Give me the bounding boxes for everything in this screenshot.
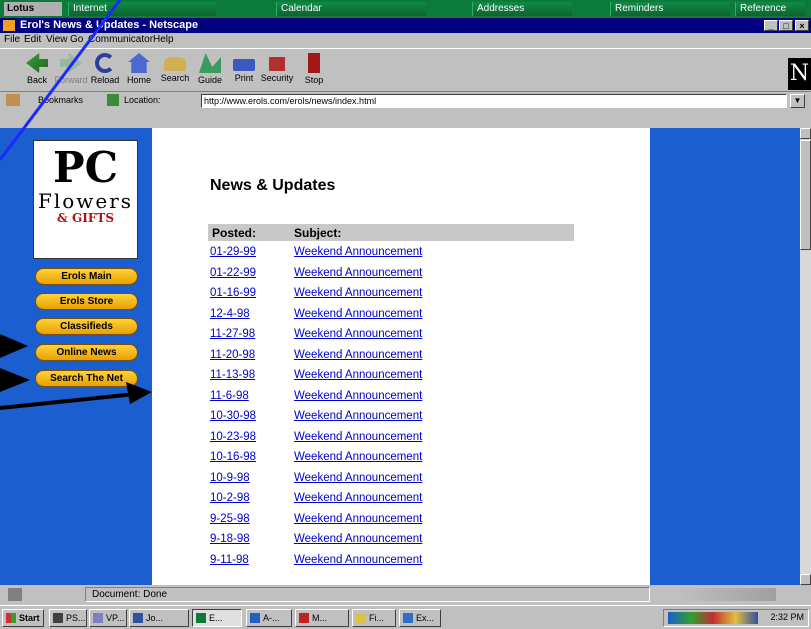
- windows-logo-icon: [6, 613, 16, 623]
- clock[interactable]: 2:32 PM: [770, 612, 804, 622]
- taskbar-item-ps[interactable]: PS...: [49, 609, 87, 627]
- taskbar-item-a[interactable]: A-...: [246, 609, 292, 627]
- explorer-icon: [403, 613, 413, 623]
- annotation-blue-line: [0, 0, 122, 161]
- program-icon: [93, 613, 103, 623]
- program-icon: [133, 613, 143, 623]
- status-text: Document: Done: [85, 587, 650, 602]
- taskbar-item-jo[interactable]: Jo...: [129, 609, 189, 627]
- netscape-icon: [196, 613, 206, 623]
- taskbar-item-m[interactable]: M...: [295, 609, 349, 627]
- tray-icons[interactable]: [668, 612, 758, 624]
- taskbar-item-ex[interactable]: Ex...: [399, 609, 441, 627]
- annotation-arrow-content-head: [126, 382, 152, 404]
- status-bar: Document: Done: [0, 585, 811, 605]
- annotation-overlay: [0, 0, 152, 410]
- taskbar-item-vp[interactable]: VP...: [89, 609, 127, 627]
- connection-status-icon: [8, 588, 22, 601]
- program-icon: [299, 613, 309, 623]
- taskbar-item-e-active[interactable]: E...: [192, 609, 242, 627]
- program-icon: [250, 613, 260, 623]
- component-bar-icons[interactable]: [676, 588, 776, 601]
- taskbar: Start PS... VP... Jo... E... A-... M... …: [0, 605, 811, 629]
- annotation-arrow-content-shaft: [0, 392, 136, 410]
- system-tray: 2:32 PM: [663, 609, 809, 627]
- program-icon: [53, 613, 63, 623]
- taskbar-item-fi[interactable]: Fi...: [352, 609, 396, 627]
- start-button[interactable]: Start: [2, 609, 44, 627]
- folder-icon: [356, 613, 366, 623]
